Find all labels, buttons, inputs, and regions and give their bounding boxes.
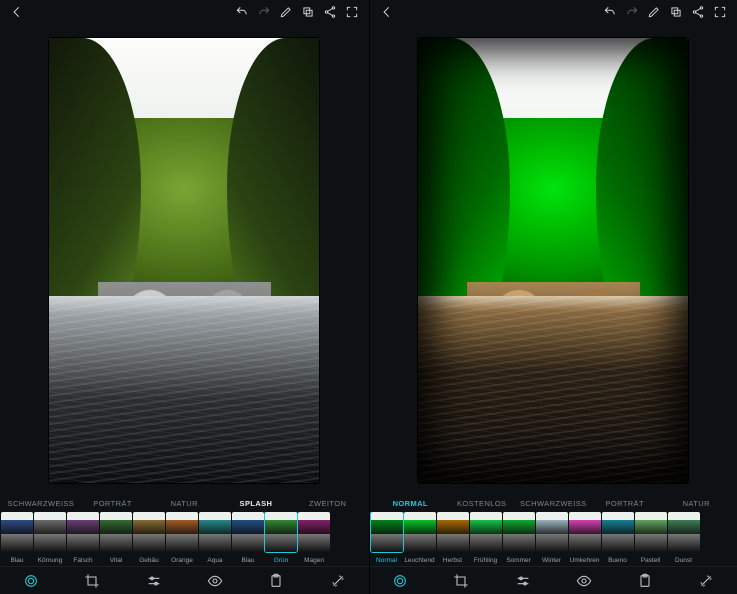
- filter-thumb[interactable]: Aqua: [199, 512, 231, 564]
- looks-icon[interactable]: [18, 568, 44, 594]
- filter-thumb[interactable]: Sommer: [503, 512, 535, 564]
- filter-label: Magen: [298, 557, 330, 564]
- share-icon[interactable]: [319, 1, 341, 23]
- filter-label: Frühling: [470, 557, 502, 564]
- filter-thumb[interactable]: Magen: [298, 512, 330, 564]
- expand-icon[interactable]: [341, 1, 363, 23]
- filter-thumb[interactable]: Pastell: [635, 512, 667, 564]
- brush-icon[interactable]: [643, 1, 665, 23]
- filter-label: Grün: [265, 557, 297, 564]
- filter-label: Falsch: [67, 557, 99, 564]
- looks-icon[interactable]: [387, 568, 413, 594]
- filter-thumbnails: BlauKörnungFalschVitalGebäuOrangeAquaBla…: [0, 512, 369, 566]
- bottom-toolbar: [0, 566, 369, 594]
- filter-label: Aqua: [199, 557, 231, 564]
- redo-icon[interactable]: [253, 1, 275, 23]
- magic-icon[interactable]: [325, 568, 351, 594]
- image-canvas[interactable]: [370, 24, 737, 494]
- category-tab[interactable]: NATUR: [149, 499, 219, 508]
- category-tabs: NORMALKOSTENLOSSCHWARZWEISSPORTRÄTNATUR: [370, 494, 737, 512]
- category-tab[interactable]: KOSTENLOS: [447, 499, 517, 508]
- filter-label: Leuchtend: [404, 557, 436, 564]
- edited-photo: [418, 38, 688, 483]
- category-tab[interactable]: SCHWARZWEISS: [6, 499, 76, 508]
- back-icon[interactable]: [6, 1, 28, 23]
- filter-thumb[interactable]: Winter: [536, 512, 568, 564]
- sliders-icon[interactable]: [510, 568, 536, 594]
- bottom-toolbar: [370, 566, 737, 594]
- redo-icon[interactable]: [621, 1, 643, 23]
- filter-label: Umkehren: [569, 557, 601, 564]
- filter-thumb[interactable]: Falsch: [67, 512, 99, 564]
- crop-icon[interactable]: [79, 568, 105, 594]
- filter-thumb[interactable]: Herbst: [437, 512, 469, 564]
- category-tabs: SCHWARZWEISSPORTRÄTNATURSPLASHZWEITON: [0, 494, 369, 512]
- category-tab[interactable]: PORTRÄT: [590, 499, 660, 508]
- editor-left-panel: SCHWARZWEISSPORTRÄTNATURSPLASHZWEITON Bl…: [0, 0, 369, 594]
- category-tab[interactable]: ZWEITON: [293, 499, 363, 508]
- filter-label: Herbst: [437, 557, 469, 564]
- filter-label: Körnung: [34, 557, 66, 564]
- category-tab[interactable]: PORTRÄT: [78, 499, 148, 508]
- layers-icon[interactable]: [665, 1, 687, 23]
- filter-thumb[interactable]: Dunst: [668, 512, 700, 564]
- filter-label: Pastell: [635, 557, 667, 564]
- clipboard-icon[interactable]: [632, 568, 658, 594]
- expand-icon[interactable]: [709, 1, 731, 23]
- filter-thumb[interactable]: Vital: [100, 512, 132, 564]
- filter-label: Bueno: [602, 557, 634, 564]
- layers-icon[interactable]: [297, 1, 319, 23]
- filter-thumbnails: NormalLeuchtendHerbstFrühlingSommerWinte…: [370, 512, 737, 566]
- filter-thumb[interactable]: Blau: [232, 512, 264, 564]
- filter-thumb[interactable]: Frühling: [470, 512, 502, 564]
- category-tab[interactable]: SCHWARZWEISS: [519, 499, 589, 508]
- filter-thumb[interactable]: Leuchtend: [404, 512, 436, 564]
- image-canvas[interactable]: [0, 24, 369, 494]
- filter-thumb[interactable]: Normal: [371, 512, 403, 564]
- filter-thumb[interactable]: Bueno: [602, 512, 634, 564]
- top-bar: [0, 0, 369, 24]
- undo-icon[interactable]: [231, 1, 253, 23]
- filter-thumb[interactable]: Grün: [265, 512, 297, 564]
- filter-thumb[interactable]: Körnung: [34, 512, 66, 564]
- filter-label: Orange: [166, 557, 198, 564]
- undo-icon[interactable]: [599, 1, 621, 23]
- crop-icon[interactable]: [448, 568, 474, 594]
- clipboard-icon[interactable]: [263, 568, 289, 594]
- filter-label: Dunst: [668, 557, 700, 564]
- filter-thumb[interactable]: Gebäu: [133, 512, 165, 564]
- filter-label: Blau: [1, 557, 33, 564]
- magic-icon[interactable]: [693, 568, 719, 594]
- edited-photo: [49, 38, 319, 483]
- filter-label: Winter: [536, 557, 568, 564]
- filter-label: Sommer: [503, 557, 535, 564]
- brush-icon[interactable]: [275, 1, 297, 23]
- filter-label: Gebäu: [133, 557, 165, 564]
- editor-right-panel: NORMALKOSTENLOSSCHWARZWEISSPORTRÄTNATUR …: [369, 0, 737, 594]
- category-tab[interactable]: NORMAL: [376, 499, 446, 508]
- filter-thumb[interactable]: Blau: [1, 512, 33, 564]
- filter-thumb[interactable]: Umkehren: [569, 512, 601, 564]
- top-bar: [370, 0, 737, 24]
- eye-icon[interactable]: [202, 568, 228, 594]
- category-tab[interactable]: NATUR: [662, 499, 732, 508]
- filter-label: Vital: [100, 557, 132, 564]
- filter-label: Blau: [232, 557, 264, 564]
- category-tab[interactable]: SPLASH: [221, 499, 291, 508]
- share-icon[interactable]: [687, 1, 709, 23]
- back-icon[interactable]: [376, 1, 398, 23]
- eye-icon[interactable]: [571, 568, 597, 594]
- filter-thumb[interactable]: Orange: [166, 512, 198, 564]
- filter-label: Normal: [371, 557, 403, 564]
- sliders-icon[interactable]: [141, 568, 167, 594]
